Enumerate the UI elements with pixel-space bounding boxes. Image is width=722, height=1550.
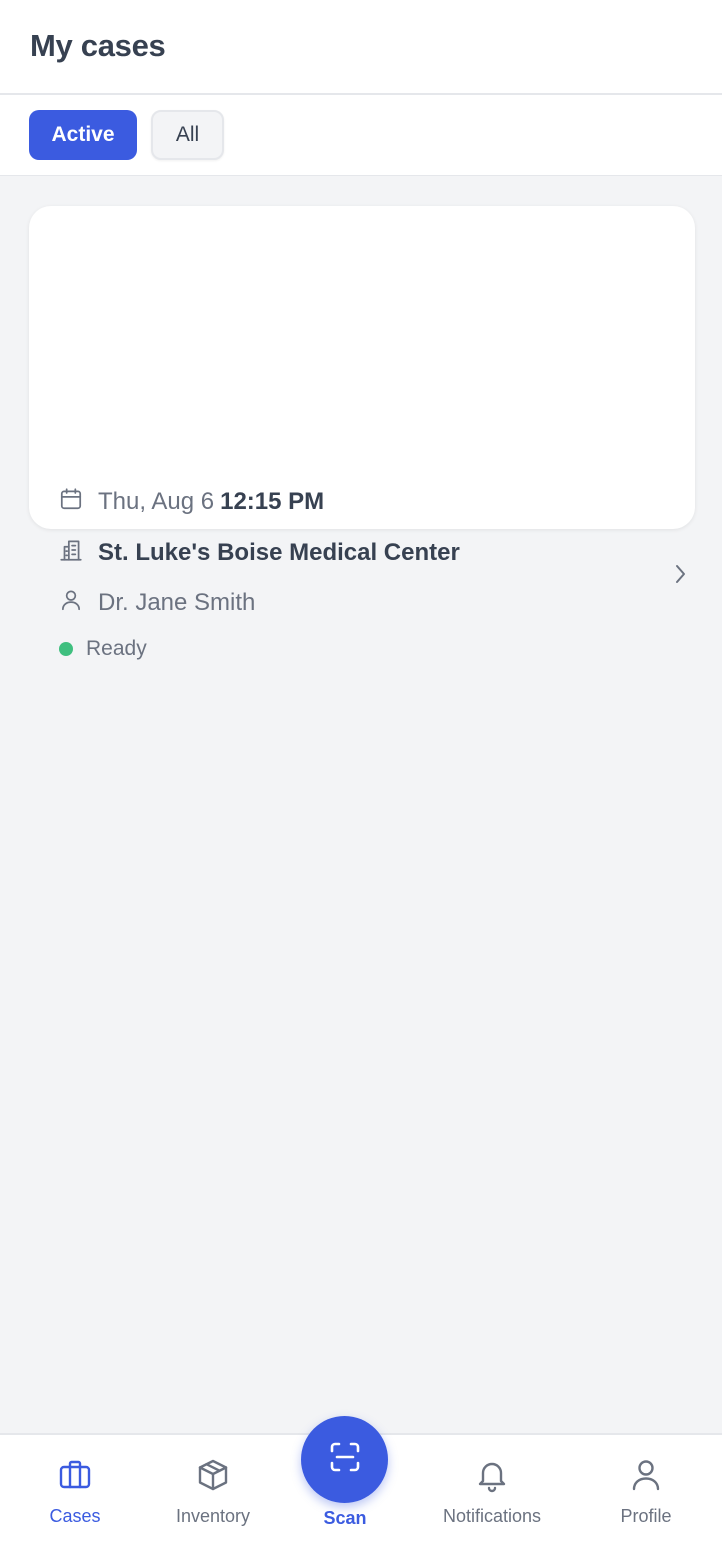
calendar-icon — [58, 486, 84, 517]
briefcase-icon — [57, 1457, 93, 1498]
case-hospital-row: St. Luke's Boise Medical Center — [58, 537, 460, 568]
nav-item-cases[interactable]: Cases — [43, 1457, 107, 1527]
nav-label-inventory: Inventory — [175, 1506, 251, 1526]
nav-item-profile[interactable]: Profile — [612, 1457, 680, 1527]
status-dot — [59, 642, 73, 656]
case-time: 12:15 PM — [220, 487, 325, 515]
app-screen: My cases Active All Thu, Aug 612:15 PM — [0, 0, 722, 1550]
scan-icon — [326, 1438, 364, 1481]
nav-label-cases: Cases — [49, 1506, 101, 1526]
box-icon — [195, 1457, 231, 1498]
filter-active-button[interactable]: Active — [29, 110, 137, 160]
user-icon — [58, 587, 84, 618]
case-date-row: Thu, Aug 6 12:15 PM — [58, 486, 324, 517]
scan-button[interactable] — [301, 1416, 388, 1503]
page-title: My cases — [30, 28, 166, 63]
case-doctor-row: Dr. Jane Smith — [58, 587, 255, 618]
nav-item-inventory[interactable]: Inventory — [165, 1457, 261, 1527]
case-status-row: Ready — [58, 637, 147, 661]
nav-label-scan[interactable]: Scan — [310, 1508, 380, 1529]
case-hospital: St. Luke's Boise Medical Center — [98, 538, 460, 566]
nav-label-profile: Profile — [620, 1506, 672, 1526]
nav-item-notifications[interactable]: Notifications — [430, 1457, 554, 1527]
nav-label-notifications: Notifications — [442, 1506, 542, 1526]
bell-icon — [474, 1457, 510, 1498]
filter-all-button[interactable]: All — [151, 110, 224, 160]
building-icon — [58, 537, 84, 568]
case-date-text: Thu, Aug 6 — [98, 487, 215, 515]
header: My cases — [0, 0, 722, 95]
profile-icon — [628, 1457, 664, 1498]
case-doctor: Dr. Jane Smith — [98, 588, 256, 616]
filter-bar: Active All — [0, 95, 722, 176]
case-card[interactable]: Thu, Aug 6 12:15 PM St. Luke's Boise Medi… — [29, 206, 695, 660]
case-date: Thu, Aug 6 12:15 PM — [98, 488, 324, 516]
status-badge: Ready — [86, 637, 147, 660]
chevron-right-icon[interactable] — [669, 561, 691, 587]
